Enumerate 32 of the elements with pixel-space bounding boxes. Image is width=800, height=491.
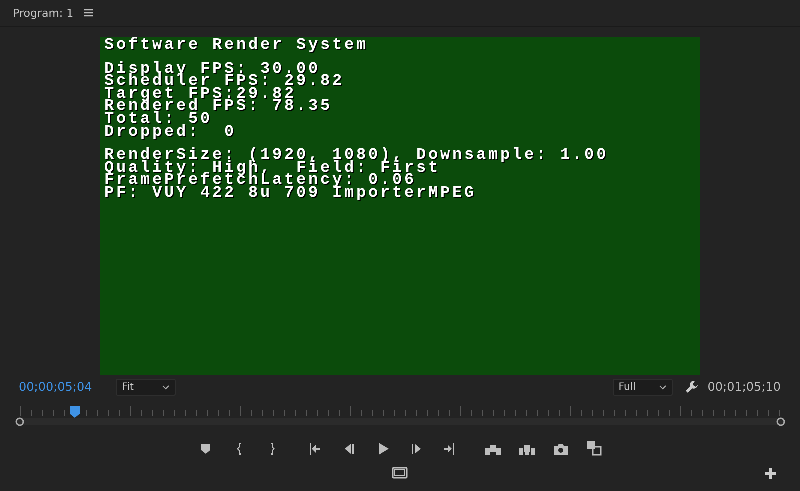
marker-icon bbox=[200, 443, 210, 455]
overlay-line: Dropped: 0 bbox=[104, 126, 238, 138]
step-back-icon bbox=[343, 443, 355, 455]
current-timecode[interactable]: 00;00;05;04 bbox=[19, 380, 92, 394]
insert-icon bbox=[485, 443, 501, 455]
menu-icon[interactable] bbox=[84, 9, 93, 17]
in-point-handle[interactable] bbox=[15, 417, 25, 427]
out-point-handle[interactable] bbox=[776, 417, 786, 427]
brace-icon bbox=[270, 443, 276, 455]
overlay-line: FramePrefetchLatency: 0.06 bbox=[104, 174, 417, 187]
frame-icon bbox=[392, 467, 408, 479]
panel-title: Program: 1 bbox=[13, 6, 74, 20]
play-icon bbox=[377, 443, 389, 455]
jump-back-icon bbox=[308, 443, 322, 455]
scrub-track[interactable] bbox=[20, 406, 780, 425]
brace-icon bbox=[236, 443, 242, 455]
quality-dropdown[interactable]: Full bbox=[612, 378, 673, 396]
comparison-icon bbox=[587, 441, 603, 457]
overlay-line: Scheduler FPS: 29.82 bbox=[104, 75, 346, 88]
zoom-dropdown[interactable]: Fit bbox=[116, 378, 176, 396]
overlay-title: Software Render System bbox=[104, 39, 370, 52]
wrench-icon[interactable] bbox=[684, 380, 699, 394]
caret-icon bbox=[658, 384, 667, 390]
step-forward-icon bbox=[411, 443, 423, 455]
duration-timecode: 00;01;05;10 bbox=[708, 380, 781, 394]
overwrite-icon bbox=[519, 443, 535, 455]
plus-icon bbox=[764, 468, 776, 478]
playhead[interactable] bbox=[70, 406, 80, 418]
overlay-line: PF: VUY 422 8u 709 ImporterMPEG bbox=[104, 186, 478, 200]
overlay-line: Display FPS: 30.00 bbox=[104, 62, 321, 76]
caret-icon bbox=[162, 384, 170, 390]
camera-icon bbox=[554, 443, 568, 455]
